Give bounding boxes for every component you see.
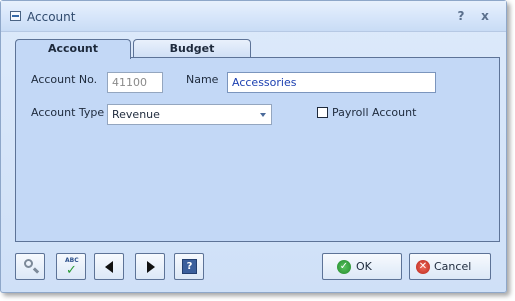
ok-button[interactable]: ✓ OK <box>322 253 402 280</box>
cancel-button[interactable]: ✕ Cancel <box>409 253 491 280</box>
spell-check-icon: ABC ✓ <box>63 257 81 278</box>
next-icon <box>147 261 155 273</box>
checkmark-icon: ✓ <box>66 263 77 278</box>
account-tab-panel: Account No. 41100 Name Accessories Accou… <box>15 57 500 242</box>
help-title-button[interactable]: ? <box>454 9 468 23</box>
ok-label: OK <box>356 260 372 273</box>
cancel-x-icon: ✕ <box>416 260 430 274</box>
account-type-select[interactable]: Revenue <box>107 104 272 125</box>
account-dialog: Account ? x Account Budget Account No. 4… <box>0 0 507 293</box>
help-icon: ? <box>182 259 197 274</box>
name-label: Name <box>186 73 219 86</box>
ok-check-icon: ✓ <box>337 260 351 274</box>
payroll-checkbox[interactable] <box>317 107 328 118</box>
search-icon <box>24 259 33 268</box>
previous-button[interactable] <box>94 253 124 280</box>
tab-budget[interactable]: Budget <box>133 39 251 58</box>
cancel-label: Cancel <box>434 260 472 273</box>
account-type-value: Revenue <box>112 108 160 121</box>
next-button[interactable] <box>135 253 165 280</box>
previous-icon <box>105 261 113 273</box>
tab-account[interactable]: Account <box>15 39 131 59</box>
chevron-down-icon[interactable] <box>260 113 266 117</box>
account-no-field[interactable]: 41100 <box>107 72 163 93</box>
name-field[interactable]: Accessories <box>227 72 436 93</box>
search-button[interactable] <box>15 253 45 280</box>
window-icon <box>10 11 21 21</box>
title-bar[interactable]: Account ? x <box>1 1 506 32</box>
spell-check-button[interactable]: ABC ✓ <box>56 253 86 280</box>
payroll-label[interactable]: Payroll Account <box>332 106 416 119</box>
close-button[interactable]: x <box>478 9 492 23</box>
account-type-label: Account Type <box>31 106 105 119</box>
account-no-label: Account No. <box>31 73 98 86</box>
window-title: Account <box>27 10 76 24</box>
help-button[interactable]: ? <box>174 253 204 280</box>
